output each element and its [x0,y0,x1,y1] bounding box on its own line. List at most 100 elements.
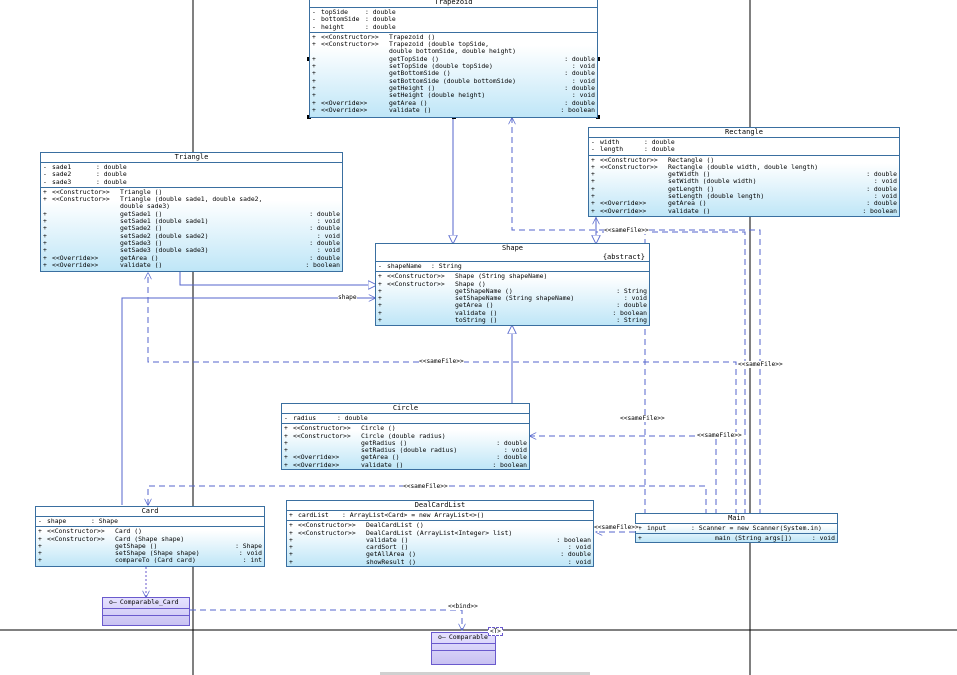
attribute-row[interactable]: - length: double [591,146,897,153]
attribute-row[interactable]: - shape: Shape [38,518,262,525]
stereotype [647,535,715,542]
operation-row[interactable]: + setSade2 (double sade2): void [43,233,340,240]
operation-row[interactable]: + setLength (double length): void [591,193,897,200]
operation-row[interactable]: + <<Constructor>> Rectangle (double width,… [591,164,897,171]
return-type: : boolean [492,461,527,469]
operation-row[interactable]: + <<Constructor>> DealCardList () [289,522,591,529]
operation-row[interactable]: + setTopSide (double topSide): void [312,63,595,70]
operation-row[interactable]: + <<Constructor>> Rectangle () [591,157,897,164]
attribute-row[interactable]: - radius: double [284,415,527,422]
operation-row[interactable]: + cardSort (): void [289,544,591,551]
operation-row[interactable]: + <<Constructor>> Trapezoid () [312,34,595,41]
operation-row[interactable]: + <<Override>> getArea (): double [591,200,897,207]
operation-row[interactable]: + getSade3 (): double [43,240,340,247]
visibility-marker: + [284,461,288,469]
operation-row[interactable]: + <<Constructor>> Trapezoid (double topSid… [312,41,595,48]
operation-row[interactable]: + setRadius (double radius): void [284,447,527,454]
operation-row[interactable]: + showResult (): void [289,559,591,566]
operation-row[interactable]: + getSade1 (): double [43,211,340,218]
attribute-row[interactable]: - bottomSide: double [312,16,595,23]
visibility-marker: + [312,77,316,85]
stereotype [387,310,455,317]
operation-row[interactable]: + setSade1 (double sade1): void [43,218,340,225]
operation-row[interactable]: + <<Constructor>> Shape (String shapeName) [378,273,647,280]
operation-row[interactable]: + <<Override>> validate (): boolean [43,262,340,269]
interface-comparable[interactable]: o— Comparable [431,632,496,665]
operation-row[interactable]: + setWidth (double width): void [591,178,897,185]
attribute-row[interactable]: - shapeName: String [378,263,647,270]
visibility-marker: + [43,254,47,262]
stereotype [293,447,361,454]
operation-row[interactable]: + <<Constructor>> Card (Shape shape) [38,536,262,543]
visibility-marker: + [591,207,595,215]
attribute-row[interactable]: - sade1: double [43,164,340,171]
attribute-row[interactable]: - sade3: double [43,179,340,186]
operation-row[interactable]: + getLength (): double [591,186,897,193]
operation-row[interactable]: + <<Constructor>> Card () [38,528,262,535]
visibility-marker: + [591,178,595,186]
operation-row[interactable]: + compareTo (Card card): int [38,557,262,564]
operation-row[interactable]: + <<Constructor>> Shape () [378,281,647,288]
operation-signature: getLength () [668,185,715,193]
operation-row[interactable]: + getSade2 (): double [43,225,340,232]
operation-row[interactable]: + <<Override>> getArea (): double [43,255,340,262]
class-card[interactable]: Card - shape: Shape + <<Constructor>> Card … [35,506,265,567]
operation-row[interactable]: + getShapeName (): String [378,288,647,295]
class-circle[interactable]: Circle - radius: double + <<Constructor>> C… [281,403,530,470]
visibility-marker: - [38,518,42,525]
class-shape[interactable]: Shape {abstract} - shapeName: String + <<C… [375,243,650,326]
attribute-row[interactable]: - sade2: double [43,171,340,178]
operation-row[interactable]: + <<Constructor>> Circle (double radius) [284,433,527,440]
interface-comparable-card[interactable]: o— Comparable_Card [102,597,190,626]
operation-row[interactable]: + <<Constructor>> Triangle (double sade1, … [43,196,340,203]
operation-row[interactable]: + setHeight (double height): void [312,92,595,99]
operation-row[interactable]: + <<Override>> validate (): boolean [312,107,595,114]
operation-row[interactable]: + validate (): boolean [378,310,647,317]
operation-row[interactable]: + setSade3 (double sade3): void [43,247,340,254]
operation-row[interactable]: + getAllArea (): double [289,551,591,558]
template-param: <T> [488,627,503,636]
class-main[interactable]: Main + input: Scanner = new Scanner(Syste… [635,513,838,543]
operation-row[interactable]: + <<Override>> getArea (): double [312,100,595,107]
stereotype [600,186,668,193]
class-rectangle[interactable]: Rectangle - width: double - length: double … [588,127,900,217]
operation-signature: getShapeName () [455,287,513,295]
operation-row[interactable]: + main (String args[]): void [638,535,835,542]
operation-row[interactable]: + getBottomSide (): double [312,70,595,77]
operation-signature: main (String args[]) [715,535,792,543]
operation-row[interactable]: + <<Override>> getArea (): double [284,454,527,461]
operation-row[interactable]: + getHeight (): double [312,85,595,92]
operation-row[interactable]: double bottomSide, double height) [312,48,595,55]
attribute-row[interactable]: - height: double [312,24,595,31]
operation-row[interactable]: + <<Constructor>> Circle () [284,425,527,432]
visibility-marker: + [312,92,316,100]
operation-signature: getArea () [389,99,428,107]
stereotype [52,203,120,210]
operation-row[interactable]: + getWidth (): double [591,171,897,178]
operation-row[interactable]: + getArea (): double [378,302,647,309]
attribute-row[interactable]: - width: double [591,139,897,146]
visibility-marker: + [312,63,316,71]
attribute-row[interactable]: + cardList: ArrayList<Card> = new ArrayLi… [289,512,591,519]
operation-row[interactable]: + toString (): String [378,317,647,324]
operation-row[interactable]: + setShape (Shape shape): void [38,550,262,557]
class-trapezoid[interactable]: Trapezoid - topSide: double - bottomSide: d… [309,0,598,118]
operation-row[interactable]: + getTopSide (): double [312,56,595,63]
operation-row[interactable]: + <<Constructor>> Triangle () [43,189,340,196]
operation-row[interactable]: + getShape (): Shape [38,543,262,550]
class-triangle[interactable]: Triangle - sade1: double - sade2: double - sa… [40,152,343,272]
attribute-row[interactable]: - topSide: double [312,9,595,16]
dependency-label: <<sameFile>> [403,483,448,490]
operation-row[interactable]: + getRadius (): double [284,440,527,447]
attribute-row[interactable]: + input: Scanner = new Scanner(System.in) [638,525,835,532]
operation-row[interactable]: + setShapeName (String shapeName): void [378,295,647,302]
operation-row[interactable]: + setBottomSide (double bottomSide): void [312,78,595,85]
operation-row[interactable]: + validate (): boolean [289,537,591,544]
operation-row[interactable]: + <<Constructor>> DealCardList (ArrayList<… [289,530,591,537]
operations-section: + <<Constructor>> Card () + <<Constructor>> C… [36,527,264,565]
operation-row[interactable]: + <<Override>> validate (): boolean [591,208,897,215]
operation-row[interactable]: + <<Override>> validate (): boolean [284,462,527,469]
operation-row[interactable]: double sade3) [43,203,340,210]
operations-section: + <<Constructor>> DealCardList () + <<Constr… [287,521,593,567]
class-dealcardlist[interactable]: DealCardList + cardList: ArrayList<Card> … [286,500,594,567]
